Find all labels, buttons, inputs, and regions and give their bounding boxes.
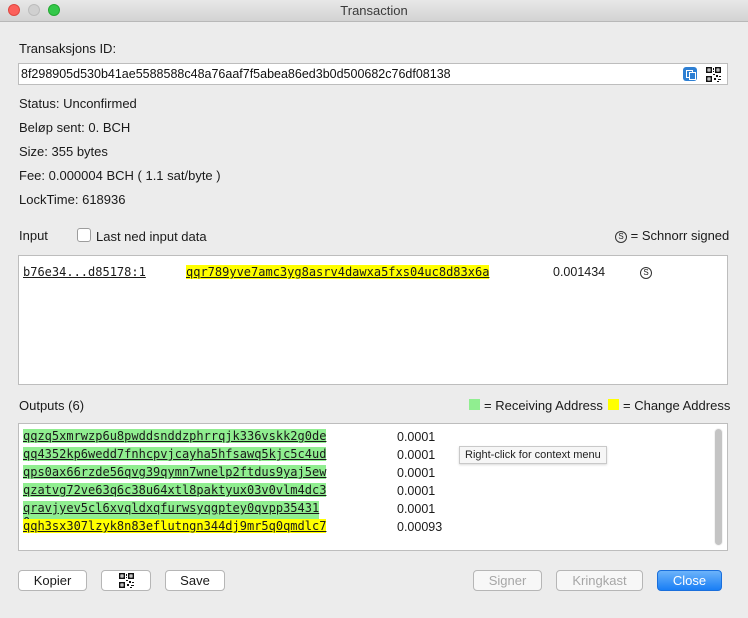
outputs-scroll-thumb[interactable] (715, 429, 722, 545)
download-input-label[interactable]: Last ned input data (96, 229, 207, 244)
qr-code-icon[interactable] (706, 67, 721, 82)
txid-label: Transaksjons ID: (19, 41, 117, 56)
output-amount: 0.0001 (397, 448, 436, 462)
schnorr-icon: S (615, 231, 627, 243)
outputs-scrollbar[interactable] (714, 428, 723, 546)
window-title: Transaction (340, 3, 408, 18)
output-address[interactable]: qps0ax66rzde56qvg39qymn7wnelp2ftdus9yaj5… (23, 465, 327, 479)
output-address[interactable]: qq4352kp6wedd7fnhcpvjcayha5hfsawq5kjc5c4… (23, 447, 327, 461)
copy-button[interactable]: Kopier (18, 570, 87, 591)
output-address[interactable]: qzatvg72ve63q6c38u64xtl8paktyux03v0vlm4d… (23, 483, 327, 497)
receiving-legend-label: = Receiving Address (484, 398, 603, 413)
download-input-checkbox[interactable] (77, 228, 91, 242)
broadcast-button[interactable]: Kringkast (556, 570, 643, 591)
output-amount: 0.0001 (397, 466, 436, 480)
input-amount: 0.001434 (553, 265, 606, 279)
output-address[interactable]: qqh3sx307lzyk8n83eflutngn344dj9mr5q0qmdl… (23, 519, 327, 533)
txid-field[interactable]: 8f298905d530b41ae5588588c48a76aaf7f5abea… (18, 63, 728, 85)
qr-code-button[interactable] (101, 570, 151, 591)
receiving-legend-swatch (469, 399, 480, 410)
close-button[interactable]: Close (657, 570, 722, 591)
output-address[interactable]: qqzq5xmrwzp6u8pwddsnddzphrrqjk336vskk2g0… (23, 429, 327, 443)
size-text: Size: 355 bytes (19, 144, 108, 159)
change-legend-swatch (608, 399, 619, 410)
context-menu-tooltip: Right-click for context menu (459, 446, 607, 464)
output-amount: 0.0001 (397, 430, 436, 444)
status-text: Status: Unconfirmed (19, 96, 137, 111)
input-list[interactable]: b76e34...d85178:1 qqr789yve7amc3yg8asrv4… (18, 255, 728, 385)
outputs-list[interactable]: qqzq5xmrwzp6u8pwddsnddzphrrqjk336vskk2g0… (18, 423, 728, 551)
fee-text: Fee: 0.000004 BCH ( 1.1 sat/byte ) (19, 168, 221, 183)
outputs-section-label: Outputs (6) (19, 398, 85, 413)
copy-icon[interactable] (683, 67, 697, 81)
save-button[interactable]: Save (165, 570, 225, 591)
locktime-text: LockTime: 618936 (19, 192, 126, 207)
input-address[interactable]: qqr789yve7amc3yg8asrv4dawxa5fxs04uc8d83x… (186, 265, 490, 279)
schnorr-legend-label: = Schnorr signed (630, 228, 730, 243)
input-prevout-link[interactable]: b76e34...d85178:1 (23, 265, 146, 279)
qr-code-icon (119, 573, 134, 588)
schnorr-legend: S = Schnorr signed (615, 228, 729, 243)
output-amount: 0.0001 (397, 484, 436, 498)
output-amount: 0.0001 (397, 502, 436, 516)
sign-button[interactable]: Signer (473, 570, 542, 591)
amount-text: Beløp sent: 0. BCH (19, 120, 131, 135)
txid-value: 8f298905d530b41ae5588588c48a76aaf7f5abea… (21, 67, 451, 81)
title-bar: Transaction (0, 0, 748, 22)
change-legend-label: = Change Address (623, 398, 731, 413)
output-amount: 0.00093 (397, 520, 443, 534)
input-schnorr-icon: S (640, 267, 652, 279)
input-section-label: Input (19, 228, 48, 243)
